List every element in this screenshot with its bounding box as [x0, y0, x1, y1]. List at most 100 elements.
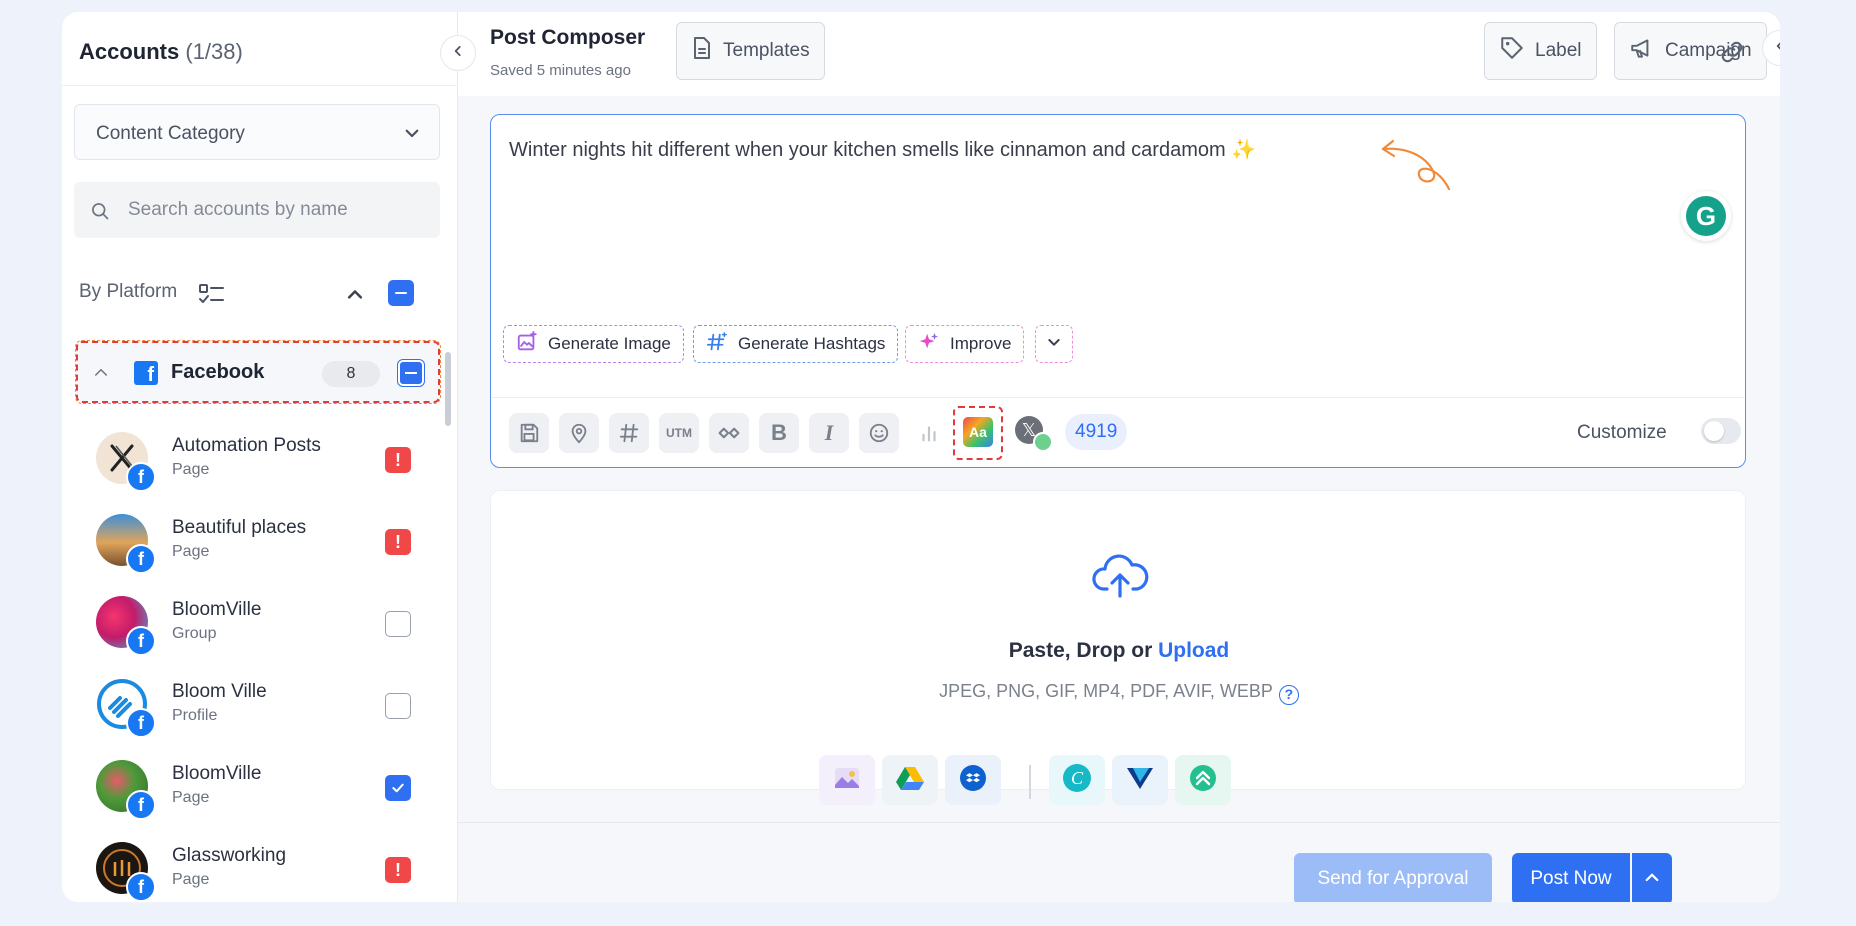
- account-name: Automation Posts: [172, 435, 321, 456]
- postnitro-button[interactable]: [1175, 755, 1231, 805]
- by-platform-label: By Platform: [79, 281, 178, 302]
- send-for-approval-button[interactable]: Send for Approval: [1294, 853, 1492, 902]
- label-button[interactable]: Label: [1484, 22, 1597, 80]
- post-now-button[interactable]: Post Now: [1512, 853, 1630, 902]
- customize-toggle[interactable]: [1701, 418, 1741, 444]
- text-style-icon: Aa: [963, 417, 993, 447]
- location-pin-icon[interactable]: [559, 413, 599, 453]
- platform-group-facebook[interactable]: f Facebook 8: [75, 340, 441, 404]
- platform-name: Facebook: [171, 361, 265, 383]
- dropbox-button[interactable]: [945, 755, 1001, 805]
- account-checkbox[interactable]: [385, 693, 411, 719]
- supported-formats: JPEG, PNG, GIF, MP4, PDF, AVIF, WEBP?: [491, 681, 1747, 705]
- account-name: Beautiful places: [172, 517, 307, 538]
- link-shortener-icon[interactable]: [709, 413, 749, 453]
- text-style-button[interactable]: Aa: [953, 406, 1003, 460]
- collapse-sidebar-button[interactable]: [440, 35, 476, 71]
- account-checkbox[interactable]: [385, 611, 411, 637]
- list-item[interactable]: f Bloom Ville Profile: [62, 668, 458, 750]
- utm-button[interactable]: UTM: [659, 413, 699, 453]
- facebook-icon: f: [126, 544, 156, 574]
- hashtag-icon[interactable]: [609, 413, 649, 453]
- app-window: Accounts (1/38) Content Category By Plat…: [62, 12, 1780, 902]
- poll-chart-icon[interactable]: [909, 413, 949, 453]
- list-item[interactable]: f Automation Posts Page !: [62, 422, 458, 504]
- chevron-up-icon[interactable]: [92, 365, 110, 384]
- templates-label: Templates: [723, 40, 810, 61]
- chevron-down-icon: [1046, 334, 1062, 355]
- image-sparkle-icon: [516, 330, 538, 358]
- group-list-icon[interactable]: [198, 282, 226, 311]
- facebook-icon: f: [126, 790, 156, 820]
- more-ai-options-button[interactable]: [1035, 325, 1073, 363]
- select-all-platforms-checkbox[interactable]: [388, 280, 414, 306]
- google-drive-button[interactable]: [882, 755, 938, 805]
- chevron-up-icon[interactable]: [345, 286, 365, 307]
- upload-link[interactable]: Upload: [1158, 639, 1229, 662]
- improve-label: Improve: [950, 334, 1012, 353]
- generate-hashtags-label: Generate Hashtags: [738, 334, 886, 353]
- facebook-icon: f: [126, 708, 156, 738]
- account-type: Page: [172, 461, 210, 478]
- generate-image-button[interactable]: Generate Image: [503, 325, 684, 363]
- account-type: Page: [172, 789, 210, 806]
- canva-button[interactable]: C: [1049, 755, 1105, 805]
- account-checkbox-checked[interactable]: [385, 775, 411, 801]
- post-text[interactable]: Winter nights hit different when your ki…: [509, 137, 1256, 162]
- italic-button[interactable]: I: [809, 413, 849, 453]
- composer-footer: Send for Approval Post Now: [458, 822, 1780, 902]
- accounts-sidebar: Accounts (1/38) Content Category By Plat…: [62, 12, 458, 902]
- vistacreate-icon: [1125, 765, 1155, 796]
- sidebar-scrollbar[interactable]: [445, 352, 451, 426]
- divider: [1029, 765, 1031, 799]
- editor-toolbar: UTM B I Aa �: [491, 397, 1745, 467]
- page-title: Post Composer: [490, 26, 646, 49]
- account-type: Profile: [172, 707, 218, 724]
- list-item[interactable]: f BloomVille Group: [62, 586, 458, 668]
- list-item[interactable]: f Glassworking Page !: [62, 832, 458, 902]
- account-type: Page: [172, 543, 210, 560]
- platform-account-count: 8: [322, 361, 380, 387]
- vistacreate-button[interactable]: [1112, 755, 1168, 805]
- media-library-button[interactable]: [819, 755, 875, 805]
- templates-button[interactable]: Templates: [676, 22, 825, 80]
- hashtag-sparkle-icon: [706, 331, 728, 358]
- warning-icon[interactable]: !: [385, 857, 411, 883]
- tag-icon: [1499, 35, 1525, 67]
- chevron-left-icon: [451, 44, 465, 63]
- select-facebook-checkbox[interactable]: [398, 360, 424, 386]
- accounts-count: (1/38): [185, 39, 243, 64]
- grammarly-icon[interactable]: G: [1681, 191, 1731, 241]
- facebook-icon: f: [126, 626, 156, 656]
- save-icon[interactable]: [509, 413, 549, 453]
- account-name: BloomVille: [172, 763, 262, 784]
- generate-hashtags-button[interactable]: Generate Hashtags: [693, 325, 899, 363]
- content-category-label: Content Category: [96, 123, 245, 144]
- chevron-up-icon: [1643, 869, 1661, 890]
- emoji-icon[interactable]: [859, 413, 899, 453]
- link-icon[interactable]: [1718, 38, 1746, 71]
- media-upload-dropzone[interactable]: Paste, Drop or Upload JPEG, PNG, GIF, MP…: [490, 490, 1747, 805]
- help-icon[interactable]: ?: [1278, 685, 1299, 705]
- account-type: Page: [172, 871, 210, 888]
- content-category-dropdown[interactable]: Content Category: [74, 104, 440, 160]
- generate-image-label: Generate Image: [548, 334, 671, 353]
- customize-label: Customize: [1577, 422, 1667, 443]
- composer-topbar: Post Composer Saved 5 minutes ago Templa…: [458, 12, 1780, 96]
- warning-icon[interactable]: !: [385, 529, 411, 555]
- post-options-button[interactable]: [1632, 853, 1672, 902]
- chevron-left-icon: [1773, 39, 1780, 58]
- account-type: Group: [172, 625, 217, 642]
- chevron-down-icon: [403, 124, 421, 147]
- account-name: Bloom Ville: [172, 681, 267, 702]
- search-input[interactable]: [128, 196, 418, 224]
- label-label: Label: [1535, 40, 1582, 61]
- saved-status: Saved 5 minutes ago: [490, 62, 631, 79]
- list-item[interactable]: f BloomVille Page: [62, 750, 458, 832]
- post-editor[interactable]: Winter nights hit different when your ki…: [490, 114, 1746, 468]
- list-item[interactable]: f Beautiful places Page !: [62, 504, 458, 586]
- warning-icon[interactable]: !: [385, 447, 411, 473]
- improve-button[interactable]: Improve: [905, 325, 1025, 363]
- sidebar-header: Accounts (1/38): [62, 12, 458, 86]
- bold-button[interactable]: B: [759, 413, 799, 453]
